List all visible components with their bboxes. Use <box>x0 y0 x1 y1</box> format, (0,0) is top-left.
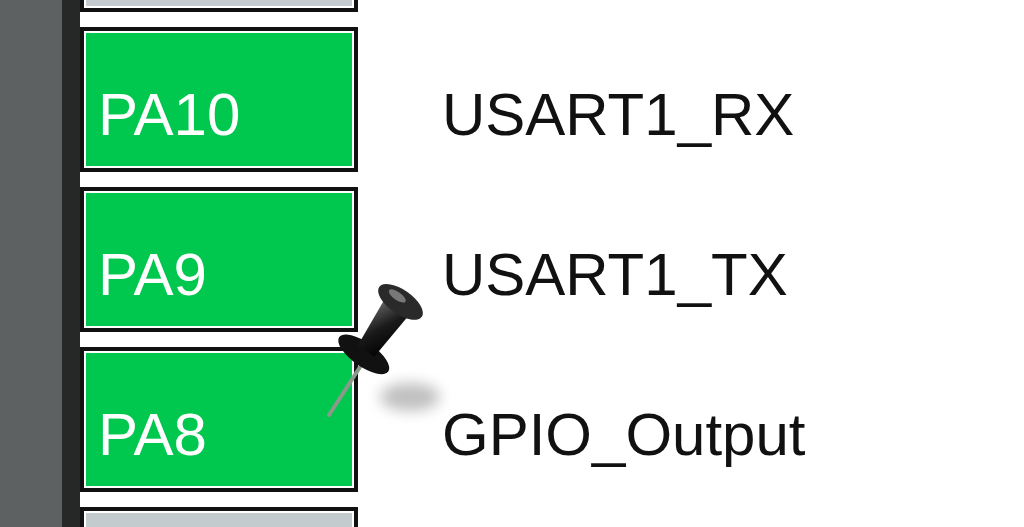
pin-row <box>80 507 1024 527</box>
pin[interactable]: PA8 <box>80 347 358 492</box>
pin-list: PA10 USART1_RX PA9 USART1_TX PA8 GPIO_Output <box>80 0 1024 527</box>
pin-signal: USART1_RX <box>358 52 794 148</box>
pin[interactable]: PA9 <box>80 187 358 332</box>
pin-signal: GPIO_Output <box>358 372 806 468</box>
pin-row: PA9 USART1_TX <box>80 187 1024 332</box>
pin-signal: USART1_TX <box>358 212 788 308</box>
pin[interactable] <box>80 507 358 527</box>
pin-row: PA8 GPIO_Output <box>80 347 1024 492</box>
pinout-view: PA10 USART1_RX PA9 USART1_TX PA8 GPIO_Output <box>0 0 1024 527</box>
pin-name: PA10 <box>98 82 240 148</box>
pin-row: PA10 USART1_RX <box>80 27 1024 172</box>
pin-name: PA8 <box>98 402 207 468</box>
chip-edge <box>62 0 80 527</box>
pin[interactable]: PA10 <box>80 27 358 172</box>
pin-name: PA9 <box>98 242 207 308</box>
pin-row <box>80 0 1024 12</box>
chip-body <box>0 0 62 527</box>
pin[interactable] <box>80 0 358 12</box>
